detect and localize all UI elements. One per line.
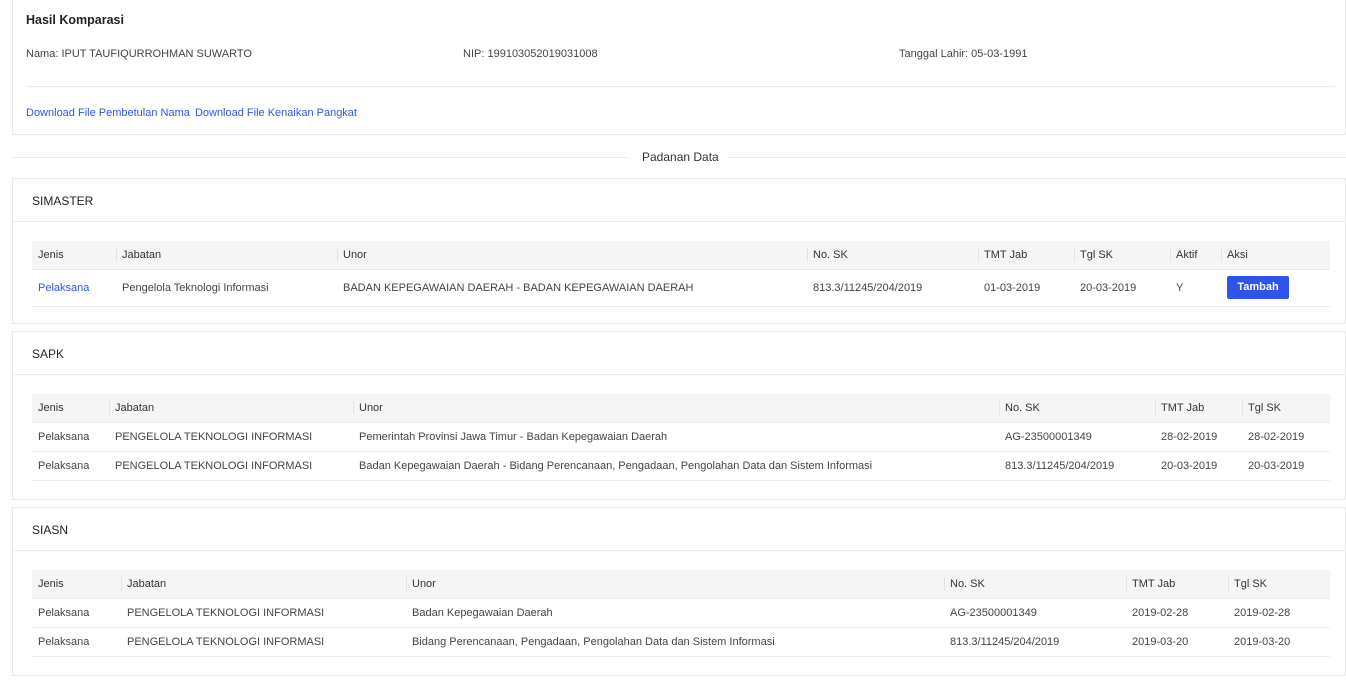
siasn-divider (13, 550, 1345, 551)
cell-no-sk: 813.3/11245/204/2019 (807, 269, 978, 307)
comparison-result-card: Hasil Komparasi Nama: IPUT TAUFIQURROHMA… (12, 0, 1346, 135)
siasn-table: Jenis Jabatan Unor No. SK TMT Jab Tgl SK… (32, 570, 1330, 657)
col-tgl-sk: Tgl SK (1228, 570, 1330, 599)
nip-info: NIP: 199103052019031008 (463, 48, 598, 60)
divider-line-left (12, 157, 630, 158)
cell-no-sk: AG-23500001349 (999, 422, 1155, 452)
cell-aksi: Tambah (1221, 269, 1330, 307)
cell-jabatan: PENGELOLA TEKNOLOGI INFORMASI (109, 422, 353, 452)
col-unor: Unor (353, 394, 999, 423)
col-tgl-sk: Tgl SK (1242, 394, 1330, 423)
col-tmt-jab: TMT Jab (1126, 570, 1228, 599)
cell-jabatan: PENGELOLA TEKNOLOGI INFORMASI (109, 451, 353, 481)
download-kenaikan-pangkat-link[interactable]: Download File Kenaikan Pangkat (195, 107, 357, 119)
cell-tmt-jab: 28-02-2019 (1155, 422, 1242, 452)
cell-tgl-sk: 28-02-2019 (1242, 422, 1330, 452)
cell-no-sk: AG-23500001349 (944, 598, 1126, 628)
sapk-title: SAPK (32, 347, 65, 361)
col-no-sk: No. SK (944, 570, 1126, 599)
padanan-data-divider: Padanan Data (12, 150, 1346, 164)
simaster-card: SIMASTER Jenis Jabatan Unor No. SK TMT J… (12, 178, 1346, 324)
col-unor: Unor (337, 241, 807, 270)
col-tmt-jab: TMT Jab (1155, 394, 1242, 423)
download-links: Download File Pembetulan Nama Download F… (26, 107, 359, 119)
simaster-header-row: Jenis Jabatan Unor No. SK TMT Jab Tgl SK… (32, 241, 1330, 270)
cell-jenis: Pelaksana (32, 269, 116, 307)
sapk-card: SAPK Jenis Jabatan Unor No. SK TMT Jab T… (12, 331, 1346, 500)
table-row: Pelaksana PENGELOLA TEKNOLOGI INFORMASI … (32, 627, 1330, 657)
siasn-card: SIASN Jenis Jabatan Unor No. SK TMT Jab … (12, 507, 1346, 676)
table-row: Pelaksana PENGELOLA TEKNOLOGI INFORMASI … (32, 422, 1330, 452)
jenis-link[interactable]: Pelaksana (38, 282, 89, 294)
cell-no-sk: 813.3/11245/204/2019 (999, 451, 1155, 481)
header-divider (26, 86, 1335, 87)
siasn-header-row: Jenis Jabatan Unor No. SK TMT Jab Tgl SK (32, 570, 1330, 599)
col-no-sk: No. SK (807, 241, 978, 270)
col-unor: Unor (406, 570, 944, 599)
simaster-title: SIMASTER (32, 194, 94, 208)
page-title: Hasil Komparasi (26, 13, 124, 27)
cell-tmt-jab: 2019-02-28 (1126, 598, 1228, 628)
cell-jenis: Pelaksana (32, 451, 109, 481)
nip-label: NIP: (463, 48, 485, 60)
cell-jabatan: PENGELOLA TEKNOLOGI INFORMASI (121, 627, 406, 657)
cell-tgl-sk: 2019-03-20 (1228, 627, 1330, 657)
cell-tgl-sk: 2019-02-28 (1228, 598, 1330, 628)
col-aktif: Aktif (1170, 241, 1221, 270)
cell-tgl-sk: 20-03-2019 (1242, 451, 1330, 481)
cell-jenis: Pelaksana (32, 627, 121, 657)
cell-jabatan: PENGELOLA TEKNOLOGI INFORMASI (121, 598, 406, 628)
cell-tmt-jab: 01-03-2019 (978, 269, 1074, 307)
col-tgl-sk: Tgl SK (1074, 241, 1170, 270)
cell-jabatan: Pengelola Teknologi Informasi (116, 269, 337, 307)
col-jabatan: Jabatan (109, 394, 353, 423)
cell-jenis: Pelaksana (32, 598, 121, 628)
sapk-divider (13, 374, 1345, 375)
cell-tmt-jab: 2019-03-20 (1126, 627, 1228, 657)
tanggal-lahir-info: Tanggal Lahir: 05-03-1991 (899, 48, 1027, 60)
tanggal-lahir-label: Tanggal Lahir: (899, 48, 969, 60)
sapk-header-row: Jenis Jabatan Unor No. SK TMT Jab Tgl SK (32, 394, 1330, 423)
table-row: Pelaksana PENGELOLA TEKNOLOGI INFORMASI … (32, 598, 1330, 628)
download-pembetulan-nama-link[interactable]: Download File Pembetulan Nama (26, 107, 190, 119)
cell-unor: Badan Kepegawaian Daerah - Bidang Perenc… (353, 451, 999, 481)
col-jabatan: Jabatan (116, 241, 337, 270)
cell-aktif: Y (1170, 269, 1221, 307)
cell-unor: Badan Kepegawaian Daerah (406, 598, 944, 628)
table-row: Pelaksana Pengelola Teknologi Informasi … (32, 269, 1330, 307)
tanggal-lahir-value: 05-03-1991 (971, 48, 1028, 60)
col-jabatan: Jabatan (121, 570, 406, 599)
siasn-title: SIASN (32, 523, 69, 537)
tambah-button[interactable]: Tambah (1227, 276, 1289, 299)
cell-tgl-sk: 20-03-2019 (1074, 269, 1170, 307)
col-jenis: Jenis (32, 394, 109, 423)
col-jenis: Jenis (32, 570, 121, 599)
table-row: Pelaksana PENGELOLA TEKNOLOGI INFORMASI … (32, 451, 1330, 481)
col-aksi: Aksi (1221, 241, 1330, 270)
simaster-table: Jenis Jabatan Unor No. SK TMT Jab Tgl SK… (32, 241, 1330, 307)
nama-value: IPUT TAUFIQURROHMAN SUWARTO (61, 48, 252, 60)
cell-unor: BADAN KEPEGAWAIAN DAERAH - BADAN KEPEGAW… (337, 269, 807, 307)
cell-tmt-jab: 20-03-2019 (1155, 451, 1242, 481)
divider-line-right (728, 157, 1346, 158)
cell-no-sk: 813.3/11245/204/2019 (944, 627, 1126, 657)
sapk-table: Jenis Jabatan Unor No. SK TMT Jab Tgl SK… (32, 394, 1330, 481)
padanan-data-label: Padanan Data (642, 150, 719, 164)
col-tmt-jab: TMT Jab (978, 241, 1074, 270)
cell-unor: Pemerintah Provinsi Jawa Timur - Badan K… (353, 422, 999, 452)
cell-jenis: Pelaksana (32, 422, 109, 452)
nama-label: Nama: (26, 48, 59, 60)
nama-info: Nama: IPUT TAUFIQURROHMAN SUWARTO (26, 48, 252, 60)
simaster-divider (13, 221, 1345, 222)
cell-unor: Bidang Perencanaan, Pengadaan, Pengolaha… (406, 627, 944, 657)
nip-value: 199103052019031008 (487, 48, 598, 60)
col-no-sk: No. SK (999, 394, 1155, 423)
col-jenis: Jenis (32, 241, 116, 270)
